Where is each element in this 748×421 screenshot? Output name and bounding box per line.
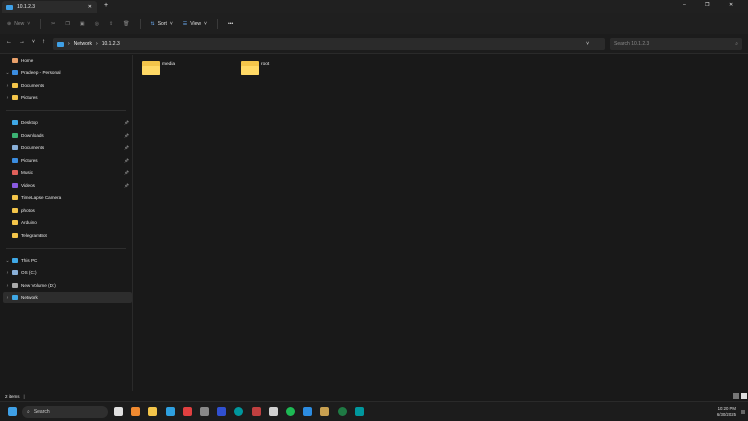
- copy-icon[interactable]: ❐: [65, 21, 69, 27]
- file-list: media root: [0, 55, 748, 391]
- new-label: New: [14, 20, 25, 27]
- recent-locations-button[interactable]: ˅: [32, 39, 35, 45]
- item-count: 2 items: [5, 394, 20, 399]
- taskbar-app-icon[interactable]: [354, 407, 364, 416]
- taskbar-app-icon[interactable]: [165, 407, 175, 416]
- status-bar: 2 items |: [0, 392, 748, 401]
- command-bar: ⊕ New ˅ ✂ ❐ ▣ ◎ ⇪ 🗑 ⇅ Sort ˅ ☰ View ˅ •••: [0, 13, 748, 34]
- tiles-view-button[interactable]: [741, 393, 747, 399]
- new-tab-button[interactable]: +: [104, 2, 108, 9]
- divider: [40, 18, 42, 29]
- network-icon: [57, 41, 64, 47]
- taskbar-app-icon[interactable]: [148, 407, 158, 416]
- folder-icon[interactable]: [241, 61, 259, 75]
- divider: |: [23, 394, 25, 399]
- paste-icon[interactable]: ▣: [80, 21, 85, 27]
- tab-close-button[interactable]: ✕: [88, 4, 92, 10]
- taskbar-search-label: Search: [33, 409, 50, 415]
- tab-active[interactable]: 10.1.2.3 ✕: [2, 1, 97, 13]
- search-input[interactable]: Search 10.1.2.3 ⌕: [610, 38, 742, 50]
- taskbar-app-icon[interactable]: [320, 407, 330, 416]
- taskbar-search[interactable]: ⌕ Search: [22, 406, 108, 418]
- folder-icon[interactable]: [142, 61, 160, 75]
- delete-icon[interactable]: 🗑: [123, 21, 129, 27]
- sort-icon: ⇅: [150, 20, 155, 27]
- chevron-right-icon: ›: [68, 41, 70, 47]
- taskbar-app-icon[interactable]: [251, 407, 261, 416]
- taskbar-app-icon[interactable]: [217, 407, 227, 416]
- date: 6/30/2025: [716, 412, 736, 417]
- breadcrumb-host[interactable]: 10.1.2.3: [102, 41, 120, 47]
- divider: [216, 18, 218, 29]
- search-placeholder: Search 10.1.2.3: [614, 41, 650, 47]
- rename-icon[interactable]: ◎: [95, 21, 99, 27]
- maximize-button[interactable]: ❐: [705, 2, 709, 8]
- taskbar: ⌕ Search 10:20 PM 6/30/2025: [0, 401, 748, 421]
- cut-icon[interactable]: ✂: [51, 21, 55, 27]
- search-icon: ⌕: [27, 409, 30, 415]
- clock[interactable]: 10:20 PM 6/30/2025: [717, 406, 736, 418]
- taskbar-app-icon[interactable]: [131, 407, 141, 416]
- address-bar[interactable]: › Network › 10.1.2.3 ˅ ↻: [53, 38, 616, 50]
- more-options-button[interactable]: •••: [228, 21, 233, 27]
- new-button[interactable]: ⊕ New ˅: [7, 21, 30, 27]
- chevron-right-icon: ›: [96, 41, 98, 47]
- chevron-down-icon: ˅: [204, 20, 207, 27]
- folder-name-media[interactable]: media: [162, 62, 175, 67]
- show-desktop-button[interactable]: [741, 410, 745, 414]
- view-label: View: [190, 20, 202, 27]
- plus-circle-icon: ⊕: [7, 20, 12, 27]
- search-icon: ⌕: [735, 41, 738, 47]
- sort-label: Sort: [157, 20, 167, 27]
- share-icon[interactable]: ⇪: [109, 21, 113, 27]
- taskbar-app-icon[interactable]: [303, 407, 313, 416]
- address-dropdown-button[interactable]: ˅: [586, 41, 589, 47]
- taskbar-app-icon[interactable]: [234, 407, 244, 416]
- monitor-icon: [6, 4, 13, 10]
- minimize-button[interactable]: –: [683, 2, 686, 8]
- divider: [139, 18, 141, 29]
- forward-button[interactable]: →: [19, 39, 25, 45]
- folder-name-root[interactable]: root: [261, 62, 269, 67]
- breadcrumb-network[interactable]: Network: [74, 41, 92, 47]
- close-window-button[interactable]: ✕: [729, 2, 733, 8]
- taskbar-app-icon[interactable]: [114, 407, 123, 416]
- taskbar-app-icon[interactable]: [182, 407, 192, 416]
- details-view-button[interactable]: [733, 393, 739, 399]
- tab-bar: 10.1.2.3 ✕ + – ❐ ✕: [0, 0, 748, 13]
- chevron-down-icon: ˅: [169, 20, 173, 27]
- tab-title: 10.1.2.3: [17, 4, 36, 10]
- back-button[interactable]: ←: [6, 39, 12, 45]
- start-button[interactable]: [8, 407, 17, 416]
- taskbar-app-icon[interactable]: [337, 407, 347, 416]
- up-button[interactable]: ↑: [42, 39, 45, 45]
- taskbar-app-icon[interactable]: [268, 407, 278, 416]
- chevron-down-icon: ˅: [27, 20, 31, 27]
- taskbar-app-icon[interactable]: [200, 407, 209, 416]
- view-icon: ☰: [182, 20, 188, 27]
- view-button[interactable]: ☰ View ˅: [183, 21, 207, 27]
- sort-button[interactable]: ⇅ Sort ˅: [151, 21, 173, 27]
- taskbar-app-icon[interactable]: [286, 407, 295, 416]
